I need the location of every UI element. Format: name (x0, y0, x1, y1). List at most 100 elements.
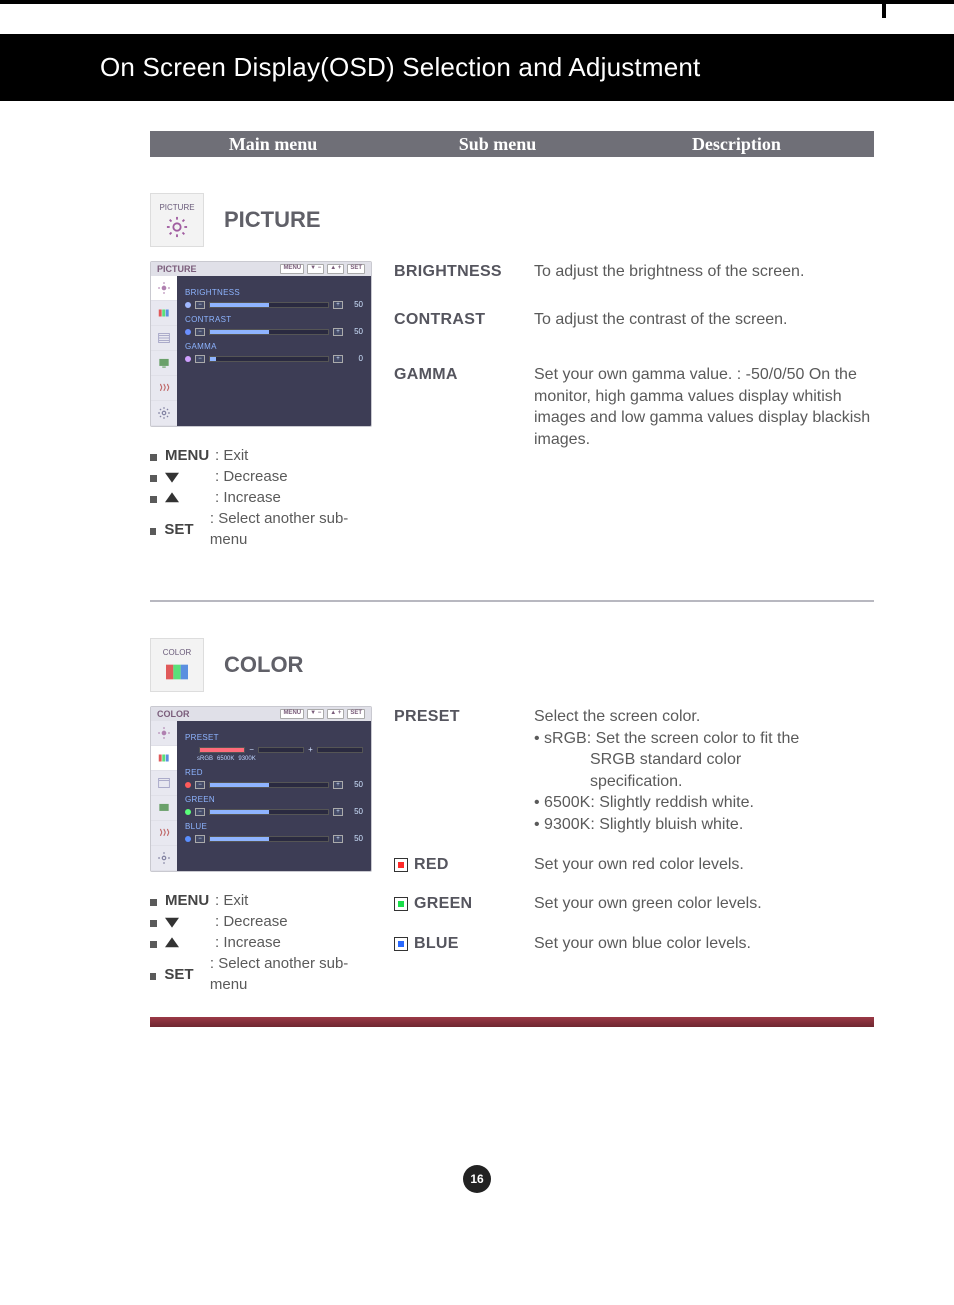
osd-row-red: −+50 (185, 780, 363, 789)
desc-red: Set your own red color levels. (534, 854, 874, 876)
legend2-key-set: SET (164, 964, 210, 985)
brightness-icon-2 (157, 726, 171, 740)
down-arrow-icon (165, 470, 179, 484)
color-menu-chip: COLOR (150, 638, 204, 692)
header-main: Main menu (150, 134, 396, 155)
legend-key-menu: MENU (165, 445, 215, 466)
page-number-badge: 16 (463, 1165, 491, 1193)
color-title: COLOR (224, 652, 303, 678)
tracking-icon (157, 331, 171, 345)
osd-row-contrast-label: CONTRAST (185, 315, 363, 324)
page-number: 16 (470, 1172, 483, 1186)
legend-key-set: SET (164, 519, 210, 540)
screen-icon-2 (157, 801, 171, 815)
sub-red: RED (414, 856, 449, 874)
entry-contrast: CONTRAST To adjust the contrast of the s… (394, 309, 874, 331)
heat-icon (157, 381, 171, 395)
swatch-green-icon (394, 897, 408, 911)
heat-icon-2 (157, 826, 171, 840)
osd-side-icons (151, 276, 177, 426)
osd-header-buttons: MENU ▼ − ▲ + SET (280, 264, 365, 274)
picture-menu-chip: PICTURE (150, 193, 204, 247)
color-chip-label: COLOR (163, 648, 191, 657)
sub-brightness: BRIGHTNESS (394, 263, 502, 281)
desc-contrast: To adjust the contrast of the screen. (534, 309, 874, 331)
color-bars-icon (157, 306, 171, 320)
osd-row-red-label: RED (185, 768, 363, 777)
sub-preset: PRESET (394, 708, 460, 726)
screen-icon (157, 356, 171, 370)
osd-row-green-label: GREEN (185, 795, 363, 804)
osd-picture-header: PICTURE (157, 264, 197, 274)
picture-title: PICTURE (224, 207, 321, 233)
osd-header-buttons-2: MENU ▼ − ▲ + SET (280, 709, 365, 719)
sub-blue: BLUE (414, 935, 459, 953)
legend2-up-txt: : Increase (215, 932, 281, 953)
header-sub: Sub menu (396, 134, 599, 155)
legend2-set-txt: : Select another sub-menu (210, 953, 370, 995)
section-color: COLOR COLOR COLOR MENU ▼ − ▲ + (150, 638, 874, 995)
osd-row-preset: −+ (185, 745, 363, 754)
desc-green: Set your own green color levels. (534, 893, 874, 915)
osd-btn-down-2: ▼ − (307, 709, 324, 719)
osd-row-blue-label: BLUE (185, 822, 363, 831)
gear-icon-2 (157, 851, 171, 865)
osd-btn-set-2: SET (347, 709, 365, 719)
osd-row-contrast: −+ 50 (185, 327, 363, 336)
legend-color: MENU: Exit : Decrease : Increase SET: Se… (150, 890, 370, 995)
osd-color-panel: COLOR MENU ▼ − ▲ + SET (150, 706, 372, 872)
down-arrow-icon-2 (165, 915, 179, 929)
tracking-icon-2 (157, 776, 171, 790)
osd-btn-up: ▲ + (327, 264, 344, 274)
desc-preset: Select the screen color. • sRGB: Set the… (534, 706, 874, 836)
column-headers: Main menu Sub menu Description (150, 131, 874, 157)
osd-picture-panel: PICTURE MENU ▼ − ▲ + SET (150, 261, 372, 427)
page-title: On Screen Display(OSD) Selection and Adj… (100, 52, 700, 82)
entry-preset: PRESET Select the screen color. • sRGB: … (394, 706, 874, 836)
entry-green: GREEN Set your own green color levels. (394, 893, 874, 915)
swatch-blue-icon (394, 937, 408, 951)
osd-btn-down: ▼ − (307, 264, 324, 274)
header-desc: Description (599, 134, 874, 155)
brightness-icon (157, 281, 171, 295)
osd-row-gamma: −+ 0 (185, 354, 363, 363)
desc-brightness: To adjust the brightness of the screen. (534, 261, 874, 283)
osd-row-preset-label: PRESET (185, 733, 363, 742)
osd-btn-set: SET (347, 264, 365, 274)
desc-gamma: Set your own gamma value. : -50/0/50 On … (534, 364, 874, 450)
section-picture: PICTURE PICTURE PICTURE MENU ▼ − ▲ + (150, 193, 874, 550)
legend-down-txt: : Decrease (215, 466, 288, 487)
swatch-red-icon (394, 858, 408, 872)
picture-icon (166, 216, 188, 238)
osd-row-gamma-label: GAMMA (185, 342, 363, 351)
sub-contrast: CONTRAST (394, 311, 485, 329)
osd-btn-menu-2: MENU (280, 709, 304, 719)
desc-blue: Set your own blue color levels. (534, 933, 874, 955)
sub-gamma: GAMMA (394, 366, 458, 384)
osd-side-icons-2 (151, 721, 177, 871)
legend-picture: MENU: Exit : Decrease : Increase SET: Se… (150, 445, 370, 550)
osd-btn-up-2: ▲ + (327, 709, 344, 719)
content-area: Main menu Sub menu Description PICTURE P… (0, 101, 954, 1027)
osd-row-green: −+50 (185, 807, 363, 816)
osd-row-brightness-label: BRIGHTNESS (185, 288, 363, 297)
osd-preset-ticks: sRGB 6500K 9300K (197, 756, 363, 762)
picture-chip-label: PICTURE (159, 203, 194, 212)
page: On Screen Display(OSD) Selection and Adj… (0, 0, 954, 1305)
osd-row-brightness: −+ 50 (185, 300, 363, 309)
osd-btn-menu: MENU (280, 264, 304, 274)
gear-icon (157, 406, 171, 420)
up-arrow-icon-2 (165, 936, 179, 950)
up-arrow-icon (165, 491, 179, 505)
legend-up-txt: : Increase (215, 487, 281, 508)
legend2-key-menu: MENU (165, 890, 215, 911)
entry-blue: BLUE Set your own blue color levels. (394, 933, 874, 955)
osd-row-blue: −+50 (185, 834, 363, 843)
divider-thin (150, 600, 874, 602)
entry-gamma: GAMMA Set your own gamma value. : -50/0/… (394, 364, 874, 450)
page-title-bar: On Screen Display(OSD) Selection and Adj… (0, 34, 954, 101)
color-bars-icon-2 (157, 751, 171, 765)
divider-thick (150, 1017, 874, 1027)
sub-green: GREEN (414, 895, 472, 913)
legend-menu-txt: : Exit (215, 445, 248, 466)
